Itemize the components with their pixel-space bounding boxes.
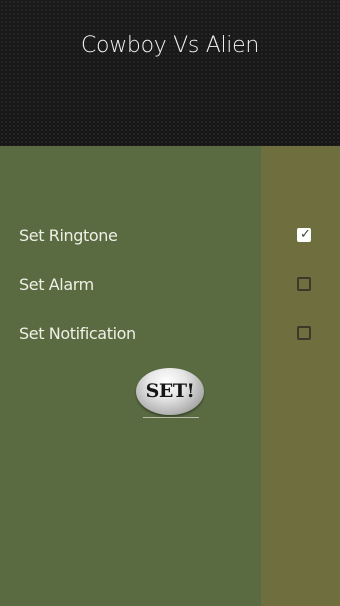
- checkmark-icon: ✓: [300, 227, 311, 242]
- set-alarm-label[interactable]: Set Alarm: [19, 275, 94, 294]
- content-panel: [0, 146, 261, 606]
- set-button[interactable]: SET!: [136, 368, 204, 415]
- set-ringtone-label[interactable]: Set Ringtone: [19, 226, 118, 245]
- app-title: Cowboy Vs Alien: [80, 33, 259, 58]
- set-button-label: SET!: [145, 380, 195, 402]
- set-button-underline: [143, 417, 199, 418]
- header-bar: Cowboy Vs Alien: [0, 0, 340, 146]
- set-alarm-checkbox[interactable]: [297, 277, 311, 291]
- set-notification-checkbox[interactable]: [297, 326, 311, 340]
- app-screen: Cowboy Vs Alien Set Ringtone Set Alarm S…: [0, 0, 340, 606]
- checkbox-column: [261, 146, 340, 606]
- set-ringtone-checkbox[interactable]: ✓: [297, 227, 311, 242]
- set-notification-label[interactable]: Set Notification: [19, 324, 136, 343]
